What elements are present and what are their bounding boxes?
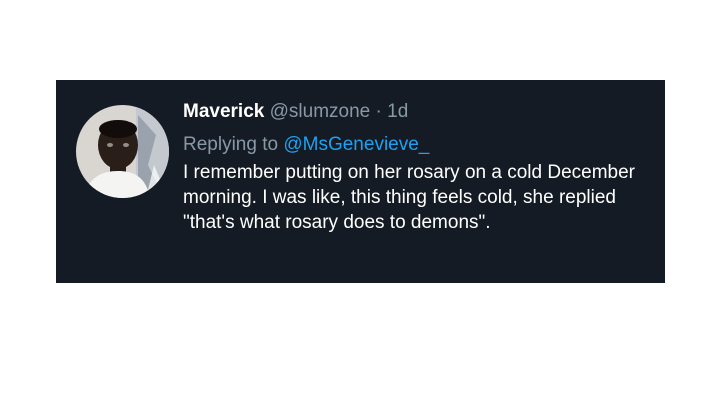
tweet-timestamp[interactable]: 1d	[387, 101, 408, 122]
tweet-text: I remember putting on her rosary on a co…	[183, 162, 635, 233]
replying-to-mention[interactable]: @MsGenevieve_	[283, 134, 429, 155]
tweet-header: Maverick @slumzone · 1d	[183, 100, 653, 124]
user-handle[interactable]: @slumzone	[270, 101, 371, 122]
replying-to-label: Replying to	[183, 134, 279, 155]
header-separator: ·	[375, 101, 382, 122]
avatar-image	[76, 105, 169, 198]
tweet-card[interactable]: Maverick @slumzone · 1d Replying to @MsG…	[56, 80, 665, 283]
avatar[interactable]	[76, 105, 169, 198]
display-name[interactable]: Maverick	[183, 101, 264, 122]
replying-to-line: Replying to @MsGenevieve_	[183, 133, 653, 157]
tweet-content: Maverick @slumzone · 1d Replying to @MsG…	[183, 100, 653, 235]
page: Maverick @slumzone · 1d Replying to @MsG…	[0, 0, 720, 402]
